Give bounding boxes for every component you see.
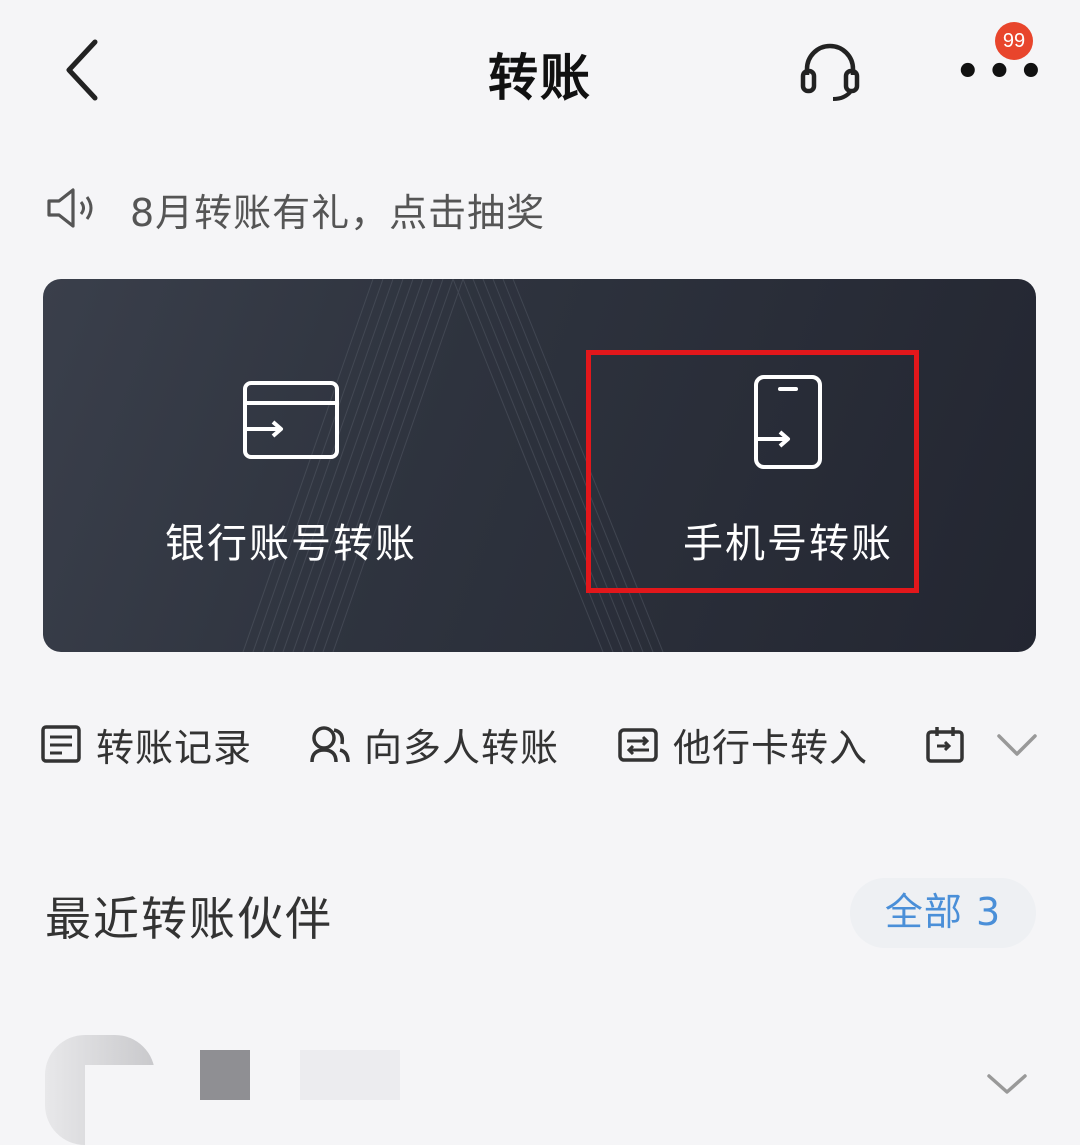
multi-person-icon [310, 726, 350, 763]
multi-person-transfer-label: 向多人转账 [364, 725, 560, 770]
header: 转账 ••• 99 [0, 0, 1080, 140]
chevron-down-icon[interactable] [995, 728, 1040, 763]
speaker-icon [47, 188, 93, 228]
bank-account-transfer-option[interactable]: 银行账号转账 [43, 279, 539, 652]
partner-placeholder-block [300, 1050, 400, 1100]
other-bank-transfer-in-label: 他行卡转入 [673, 725, 869, 770]
notification-badge: 99 [995, 22, 1033, 60]
calendar-icon [926, 727, 964, 763]
transfer-records-button[interactable]: 转账记录 [40, 712, 252, 776]
recent-partners-title: 最近转账伙伴 [45, 892, 333, 946]
bank-account-transfer-label: 银行账号转账 [165, 521, 417, 567]
avatar[interactable] [45, 1035, 155, 1145]
quick-actions: 转账记录 向多人转账 他行卡转入 [40, 712, 1040, 782]
multi-person-transfer-button[interactable]: 向多人转账 [308, 712, 559, 776]
transfer-card: 银行账号转账 手机号转账 [43, 279, 1036, 652]
record-list-icon [41, 725, 81, 763]
card-exchange-icon [618, 728, 658, 762]
highlight-box [586, 350, 919, 593]
headset-icon [800, 43, 860, 101]
partner-placeholder-block [200, 1050, 250, 1100]
customer-service-button[interactable] [795, 35, 865, 105]
view-all-partners-button[interactable]: 全部 3 [850, 878, 1036, 948]
promo-notice[interactable]: 8月转账有礼，点击抽奖 [45, 178, 945, 238]
promo-text: 8月转账有礼，点击抽奖 [130, 191, 546, 235]
more-menu-button[interactable]: ••• 99 [955, 22, 1050, 100]
more-dots-icon: ••• [955, 49, 1050, 95]
other-bank-transfer-in-button[interactable]: 他行卡转入 [617, 712, 868, 776]
transfer-records-label: 转账记录 [96, 725, 253, 770]
page-title: 转账 [488, 49, 592, 107]
bank-card-transfer-icon [43, 379, 539, 465]
scheduled-transfer-button[interactable] [925, 712, 981, 776]
chevron-down-icon[interactable] [985, 1072, 1030, 1097]
